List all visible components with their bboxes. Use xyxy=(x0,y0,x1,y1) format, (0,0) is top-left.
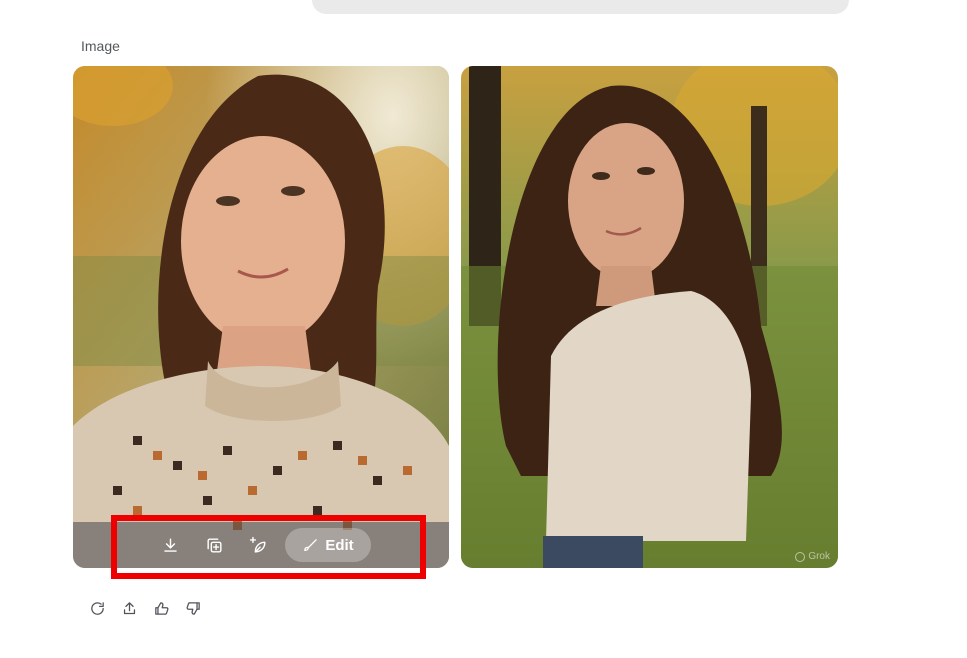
generated-image-1[interactable]: Edit xyxy=(73,66,449,568)
thumbs-up-icon xyxy=(154,601,169,615)
watermark-text: Grok xyxy=(808,551,830,562)
thumbs-down-icon xyxy=(185,601,200,615)
thumbs-down-button[interactable] xyxy=(182,597,204,619)
share-button[interactable] xyxy=(118,597,140,619)
message-feedback-bar xyxy=(86,597,204,619)
highlight-box xyxy=(111,515,426,579)
prompt-input-bar[interactable] xyxy=(312,0,849,14)
portrait-photo-1 xyxy=(73,66,449,568)
portrait-photo-2 xyxy=(461,66,838,568)
grok-logo-icon xyxy=(795,551,806,562)
watermark: Grok xyxy=(795,551,830,562)
regenerate-icon xyxy=(90,601,104,615)
share-icon xyxy=(123,601,135,614)
regenerate-button[interactable] xyxy=(86,597,108,619)
section-label: Image xyxy=(81,38,120,54)
thumbs-up-button[interactable] xyxy=(150,597,172,619)
generated-image-2[interactable]: Grok xyxy=(461,66,838,568)
